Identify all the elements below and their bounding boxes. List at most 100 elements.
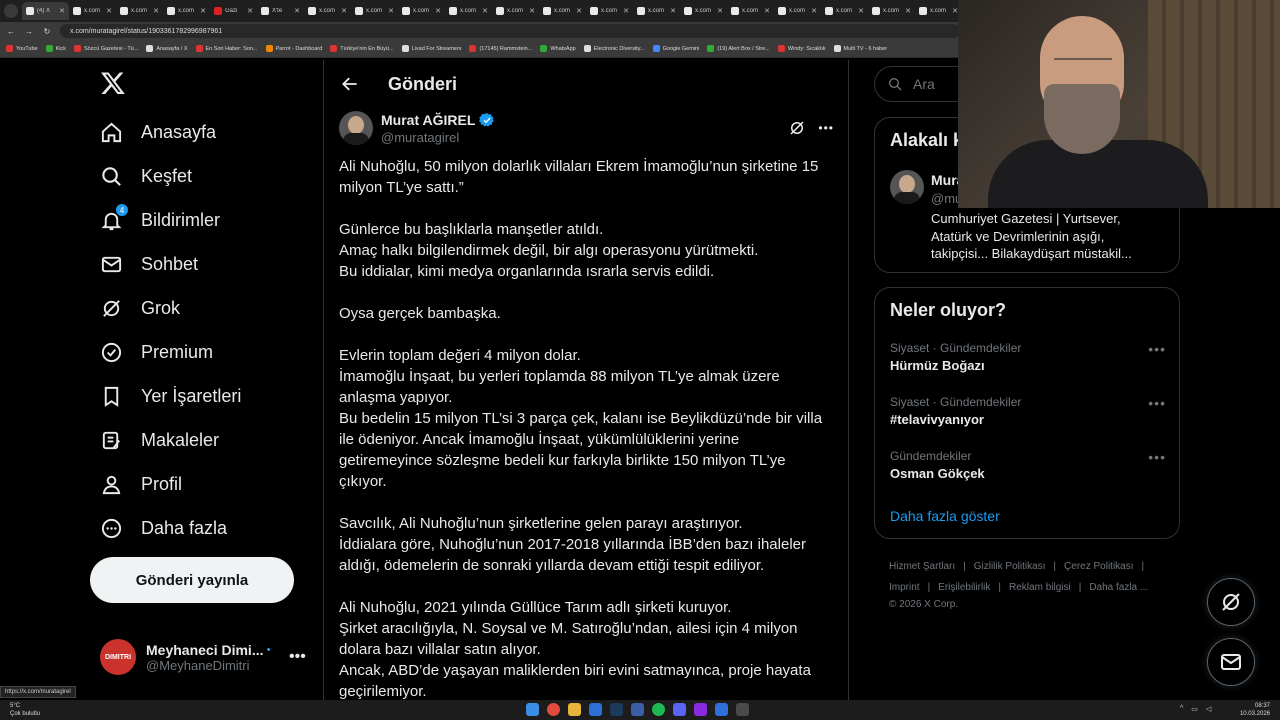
x-logo-icon[interactable]: [100, 70, 126, 96]
browser-tab[interactable]: x.com ✕: [163, 2, 210, 20]
grok-icon[interactable]: [788, 119, 806, 137]
browser-tab[interactable]: x.com ✕: [586, 2, 633, 20]
more-dots-icon[interactable]: •••: [818, 121, 834, 135]
app-icon[interactable]: [631, 703, 644, 716]
app-icon[interactable]: [736, 703, 749, 716]
more-dots-icon[interactable]: •••: [289, 648, 306, 666]
address-bar[interactable]: x.com/muratagirel/status/190336178299698…: [60, 24, 960, 38]
bookmark-item[interactable]: Livad For Streamers: [401, 45, 461, 52]
browser-tab[interactable]: x.com ✕: [633, 2, 680, 20]
bookmark-item[interactable]: Windy: Sıcaklık: [777, 45, 826, 52]
post-button[interactable]: Gönderi yayınla: [90, 557, 294, 603]
network-icon[interactable]: ▭: [1191, 705, 1198, 713]
bookmark-item[interactable]: YouTube: [6, 45, 38, 52]
close-icon[interactable]: ✕: [576, 7, 582, 15]
close-icon[interactable]: ✕: [59, 7, 65, 15]
bookmark-item[interactable]: WhatsApp: [540, 45, 576, 52]
bookmark-item[interactable]: (17145) Rammstein...: [469, 45, 532, 52]
browser-tab[interactable]: x.com ✕: [727, 2, 774, 20]
more-dots-icon[interactable]: •••: [1148, 449, 1166, 465]
bookmark-item[interactable]: Google Gemini: [652, 45, 699, 52]
close-icon[interactable]: ✕: [623, 7, 629, 15]
tab-search-button[interactable]: [4, 4, 18, 18]
close-icon[interactable]: ✕: [200, 7, 206, 15]
bookmark-item[interactable]: Electronic Diversity...: [583, 45, 645, 52]
bookmark-item[interactable]: (19) Alert Box / Stre...: [707, 45, 770, 52]
steam-icon[interactable]: [610, 703, 623, 716]
browser-tab[interactable]: x.com ✕: [398, 2, 445, 20]
bookmark-item[interactable]: Kick: [45, 45, 66, 52]
close-icon[interactable]: ✕: [905, 7, 911, 15]
weather-widget[interactable]: 5°C Çok bulutlu: [10, 702, 40, 718]
app-icon[interactable]: [589, 703, 602, 716]
bookmark-item[interactable]: Sözcü Gazetesi - Tü...: [74, 45, 138, 52]
app-icon[interactable]: [694, 703, 707, 716]
browser-tab[interactable]: x.com ✕: [821, 2, 868, 20]
windows-start-icon[interactable]: [526, 703, 539, 716]
browser-tab[interactable]: x.com ✕: [69, 2, 116, 20]
browser-tab[interactable]: x.com ✕: [868, 2, 915, 20]
trend-item[interactable]: Siyaset · Gündemdekiler Hürmüz Boğazı •••: [890, 341, 1166, 373]
bookmark-item[interactable]: Multi TV - 6 haber: [833, 45, 887, 52]
volume-icon[interactable]: ◁: [1206, 705, 1211, 713]
bookmark-item[interactable]: Anasayfa / X: [146, 45, 188, 52]
close-icon[interactable]: ✕: [247, 7, 253, 15]
spotify-icon[interactable]: [652, 703, 665, 716]
bookmark-item[interactable]: Türkiye'nin En Büyü...: [330, 45, 394, 52]
bookmark-item[interactable]: Parrot - Dashboard: [265, 45, 322, 52]
footer-link[interactable]: Çerez Politikası: [1064, 561, 1133, 572]
nav-item-1[interactable]: Anasayfa: [100, 121, 216, 144]
close-icon[interactable]: ✕: [717, 7, 723, 15]
footer-link[interactable]: Erişilebilirlik: [938, 582, 990, 593]
forward-arrow-icon[interactable]: →: [24, 27, 34, 36]
browser-tab[interactable]: x.com ✕: [492, 2, 539, 20]
nav-item-2[interactable]: Keşfet: [100, 165, 192, 188]
avatar[interactable]: [339, 111, 373, 145]
bookmark-item[interactable]: En Son Haber: Son...: [195, 45, 258, 52]
more-dots-icon[interactable]: •••: [1148, 341, 1166, 357]
avatar[interactable]: [890, 170, 924, 204]
close-icon[interactable]: ✕: [764, 7, 770, 15]
close-icon[interactable]: ✕: [858, 7, 864, 15]
nav-item-7[interactable]: Yer İşaretleri: [100, 385, 241, 408]
browser-tab[interactable]: (4) X ✕: [22, 2, 69, 20]
chrome-icon[interactable]: [547, 703, 560, 716]
more-dots-icon[interactable]: •••: [1148, 395, 1166, 411]
trend-item[interactable]: Siyaset · Gündemdekiler #telavivyanıyor ••…: [890, 395, 1166, 427]
close-icon[interactable]: ✕: [482, 7, 488, 15]
nav-item-8[interactable]: Makaleler: [100, 429, 219, 452]
close-icon[interactable]: ✕: [341, 7, 347, 15]
nav-item-10[interactable]: Daha fazla: [100, 517, 227, 540]
messages-button[interactable]: [1207, 638, 1255, 686]
author-handle[interactable]: @muratagirel: [381, 130, 788, 145]
footer-link[interactable]: Imprint: [889, 582, 920, 593]
footer-link[interactable]: Reklam bilgisi: [1009, 582, 1071, 593]
close-icon[interactable]: ✕: [106, 7, 112, 15]
close-icon[interactable]: ✕: [294, 7, 300, 15]
close-icon[interactable]: ✕: [435, 7, 441, 15]
browser-tab[interactable]: X'te ✕: [257, 2, 304, 20]
trend-item[interactable]: Gündemdekiler Osman Gökçek •••: [890, 449, 1166, 481]
browser-tab[interactable]: x.com ✕: [304, 2, 351, 20]
browser-tab[interactable]: x.com ✕: [774, 2, 821, 20]
nav-item-5[interactable]: Grok: [100, 297, 180, 320]
back-arrow-icon[interactable]: ←: [6, 27, 16, 36]
app-icon[interactable]: [715, 703, 728, 716]
nav-item-9[interactable]: Profil: [100, 473, 182, 496]
chevron-up-icon[interactable]: ^: [1180, 705, 1183, 713]
show-more-link[interactable]: Daha fazla göster: [890, 508, 1000, 524]
nav-item-6[interactable]: Premium: [100, 341, 213, 364]
author-name[interactable]: Murat AĞIREL: [381, 112, 475, 128]
nav-item-3[interactable]: 4 Bildirimler: [100, 203, 220, 232]
footer-link[interactable]: Gizlilik Politikası: [974, 561, 1046, 572]
grok-button[interactable]: [1207, 578, 1255, 626]
footer-link[interactable]: Daha fazla ...: [1089, 582, 1148, 593]
reload-icon[interactable]: ↻: [42, 27, 52, 36]
clock[interactable]: 08:37 10.03.2026: [1240, 702, 1270, 718]
nav-item-4[interactable]: Sohbet: [100, 253, 198, 276]
footer-link[interactable]: Hizmet Şartları: [889, 561, 955, 572]
browser-tab[interactable]: x.com ✕: [680, 2, 727, 20]
browser-tab[interactable]: x.com ✕: [351, 2, 398, 20]
discord-icon[interactable]: [673, 703, 686, 716]
folder-icon[interactable]: [568, 703, 581, 716]
